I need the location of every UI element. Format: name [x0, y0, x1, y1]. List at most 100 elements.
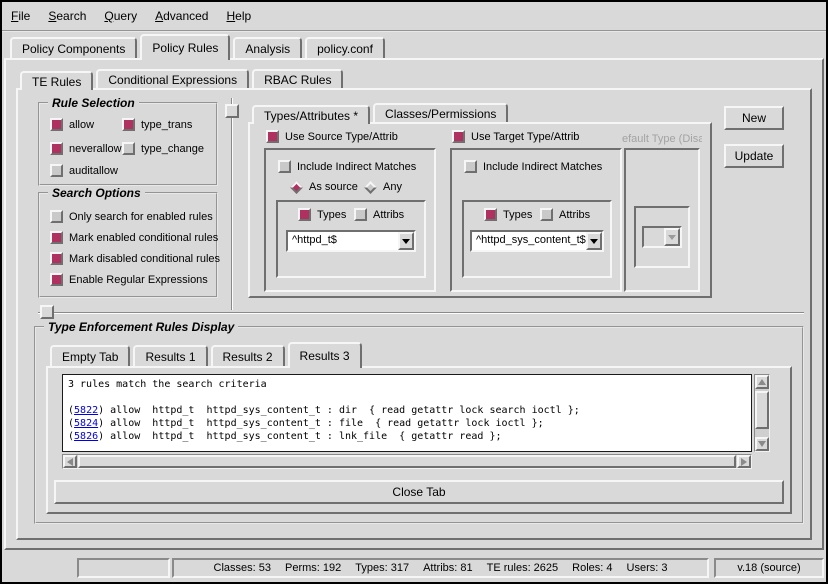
- checkbox-mark-enabled-conditional[interactable]: Mark enabled conditional rules: [50, 231, 218, 244]
- radio-indicator: [364, 181, 377, 194]
- checkbox-source-indirect[interactable]: Include Indirect Matches: [278, 160, 416, 173]
- radio-as-source[interactable]: As source: [290, 181, 358, 193]
- checkbox-label: Enable Regular Expressions: [69, 274, 208, 286]
- rule-text: ) allow httpd_t httpd_sys_content_t : fi…: [98, 418, 544, 429]
- horizontal-pane-divider[interactable]: [38, 312, 804, 314]
- checkbox-indicator: [484, 208, 497, 221]
- tab-policy-conf[interactable]: policy.conf: [305, 37, 385, 58]
- rule-text: ) allow httpd_t httpd_sys_content_t : ln…: [98, 431, 501, 442]
- source-type-frame: Include Indirect Matches As source Any T…: [264, 148, 436, 292]
- rule-selection-group: Rule Selection allow type_trans neverall…: [38, 102, 218, 186]
- checkbox-label: allow: [69, 119, 94, 131]
- checkbox-indicator: [122, 142, 135, 155]
- checkbox-label: Mark disabled conditional rules: [69, 253, 220, 265]
- vertical-scrollbar[interactable]: [754, 374, 770, 452]
- checkbox-indicator: [464, 160, 477, 173]
- checkbox-target-types[interactable]: Types: [484, 208, 532, 221]
- menu-advanced[interactable]: Advanced: [146, 7, 217, 25]
- checkbox-target-indirect[interactable]: Include Indirect Matches: [464, 160, 602, 173]
- tab-results-2[interactable]: Results 2: [211, 345, 285, 366]
- rule-line: (5824) allow httpd_t httpd_sys_content_t…: [68, 417, 746, 430]
- vertical-sash-handle[interactable]: [225, 104, 239, 118]
- rule-line: (5826) allow httpd_t httpd_sys_content_t…: [68, 430, 746, 443]
- checkbox-indicator: [50, 273, 63, 286]
- tab-rbac-rules[interactable]: RBAC Rules: [252, 69, 343, 88]
- vertical-pane-divider[interactable]: [231, 98, 233, 310]
- source-type-combobox[interactable]: ^httpd_t$: [286, 230, 416, 252]
- tab-results-3[interactable]: Results 3: [288, 342, 362, 368]
- results-text-area[interactable]: 3 rules match the search criteria (5822)…: [62, 374, 752, 452]
- stat-roles: Roles: 4: [572, 562, 612, 574]
- dropdown-arrow-icon[interactable]: [586, 232, 602, 250]
- blank-line: [68, 391, 746, 404]
- rule-id-link[interactable]: 5822: [74, 405, 98, 416]
- checkbox-use-source-type[interactable]: Use Source Type/Attrib: [266, 130, 398, 143]
- checkbox-mark-disabled-conditional[interactable]: Mark disabled conditional rules: [50, 252, 220, 265]
- menu-file[interactable]: File: [2, 7, 39, 25]
- checkbox-auditallow[interactable]: auditallow: [50, 164, 118, 177]
- horizontal-scrollbar-thumb[interactable]: [78, 455, 736, 468]
- status-version: v.18 (source): [714, 558, 824, 578]
- te-rules-display-title: Type Enforcement Rules Display: [44, 320, 238, 334]
- checkbox-source-types[interactable]: Types: [298, 208, 346, 221]
- radio-any[interactable]: Any: [364, 181, 402, 193]
- menu-search[interactable]: Search: [39, 7, 95, 25]
- target-type-combobox[interactable]: ^httpd_sys_content_t$: [470, 230, 604, 252]
- close-tab-button[interactable]: Close Tab: [54, 480, 784, 504]
- tab-policy-components[interactable]: Policy Components: [10, 37, 137, 58]
- rule-line: (5822) allow httpd_t httpd_sys_content_t…: [68, 404, 746, 417]
- vertical-scrollbar-thumb[interactable]: [755, 391, 769, 429]
- checkbox-indicator: [452, 130, 465, 143]
- tab-types-attributes[interactable]: Types/Attributes *: [252, 105, 370, 124]
- checkbox-label: neverallow: [69, 143, 122, 155]
- checkbox-label: Attribs: [373, 209, 404, 221]
- status-policy-stats: Classes: 53 Perms: 192 Types: 317 Attrib…: [172, 558, 709, 578]
- scroll-up-icon[interactable]: [755, 375, 769, 389]
- arrow-right-icon: [741, 458, 747, 466]
- scroll-left-icon[interactable]: [63, 455, 77, 468]
- tab-conditional-expressions[interactable]: Conditional Expressions: [96, 69, 249, 88]
- horizontal-sash-handle[interactable]: [40, 305, 54, 319]
- checkbox-only-enabled-rules[interactable]: Only search for enabled rules: [50, 210, 213, 223]
- dropdown-arrow-icon: [664, 228, 680, 246]
- checkbox-indicator: [50, 164, 63, 177]
- scroll-right-icon[interactable]: [737, 455, 751, 468]
- checkbox-target-attribs[interactable]: Attribs: [540, 208, 590, 221]
- status-segment-empty: [77, 558, 170, 578]
- checkbox-allow[interactable]: allow: [50, 118, 94, 131]
- radio-label: As source: [309, 181, 358, 193]
- checkbox-indicator: [298, 208, 311, 221]
- checkbox-label: auditallow: [69, 165, 118, 177]
- tab-policy-rules[interactable]: Policy Rules: [140, 34, 230, 60]
- menu-help[interactable]: Help: [217, 7, 260, 25]
- arrow-left-icon: [67, 458, 73, 466]
- checkbox-label: Types: [503, 209, 532, 221]
- scroll-down-icon[interactable]: [755, 437, 769, 451]
- horizontal-scrollbar[interactable]: [62, 454, 752, 469]
- tab-results-1[interactable]: Results 1: [133, 345, 207, 366]
- chevron-down-icon: [402, 239, 410, 244]
- tab-analysis[interactable]: Analysis: [233, 37, 302, 58]
- checkbox-label: type_change: [141, 143, 204, 155]
- tab-empty[interactable]: Empty Tab: [50, 345, 130, 366]
- stat-types: Types: 317: [355, 562, 409, 574]
- checkbox-source-attribs[interactable]: Attribs: [354, 208, 404, 221]
- app-window: File Search Query Advanced Help Policy C…: [0, 0, 828, 584]
- checkbox-type-trans[interactable]: type_trans: [122, 118, 192, 131]
- checkbox-use-target-type[interactable]: Use Target Type/Attrib: [452, 130, 579, 143]
- dropdown-arrow-icon[interactable]: [398, 232, 414, 250]
- update-button[interactable]: Update: [724, 144, 784, 168]
- menu-query[interactable]: Query: [95, 7, 146, 25]
- checkbox-label: Types: [317, 209, 346, 221]
- rule-id-link[interactable]: 5824: [74, 418, 98, 429]
- checkbox-enable-regex[interactable]: Enable Regular Expressions: [50, 273, 208, 286]
- checkbox-type-change[interactable]: type_change: [122, 142, 204, 155]
- tab-classes-permissions[interactable]: Classes/Permissions: [373, 103, 508, 122]
- radio-indicator: [290, 181, 303, 194]
- rule-id-link[interactable]: 5826: [74, 431, 98, 442]
- new-button[interactable]: New: [724, 106, 784, 130]
- tab-te-rules[interactable]: TE Rules: [20, 71, 93, 90]
- chevron-down-icon: [590, 239, 598, 244]
- checkbox-label: Only search for enabled rules: [69, 211, 213, 223]
- checkbox-neverallow[interactable]: neverallow: [50, 142, 122, 155]
